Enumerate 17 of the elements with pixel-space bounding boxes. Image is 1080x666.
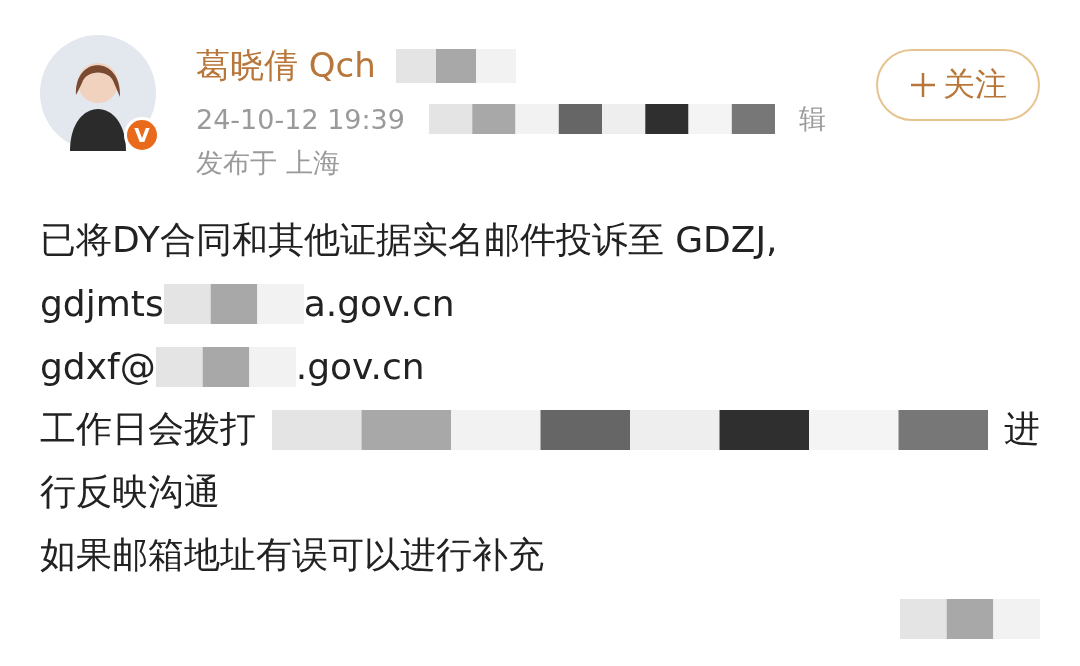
post-text: 工作日会拨打 bbox=[40, 407, 256, 451]
post-text: a.gov.cn bbox=[303, 283, 455, 324]
post-text: 已将DY合同和其他证据实名邮件投诉至 GDZJ, bbox=[40, 218, 778, 262]
user-name[interactable]: 葛晓倩 Qch bbox=[196, 43, 376, 89]
post-text: gdjmts bbox=[40, 283, 164, 324]
post-text: .gov.cn bbox=[295, 346, 425, 387]
follow-button[interactable]: 关注 bbox=[876, 49, 1040, 121]
verified-badge: V bbox=[124, 117, 160, 153]
post-text: 进 bbox=[1004, 407, 1040, 451]
plus-icon bbox=[909, 71, 937, 99]
post-text: 辑 bbox=[799, 102, 826, 136]
post-location: 发布于 上海 bbox=[196, 146, 341, 180]
post-text: gdxf@ bbox=[40, 346, 156, 387]
post-text: 24-10-12 19:39 bbox=[196, 103, 405, 135]
avatar[interactable] bbox=[40, 35, 156, 151]
post-text: 行反映沟通 bbox=[40, 470, 220, 514]
post-text: 如果邮箱地址有误可以进行补充 bbox=[40, 533, 544, 577]
